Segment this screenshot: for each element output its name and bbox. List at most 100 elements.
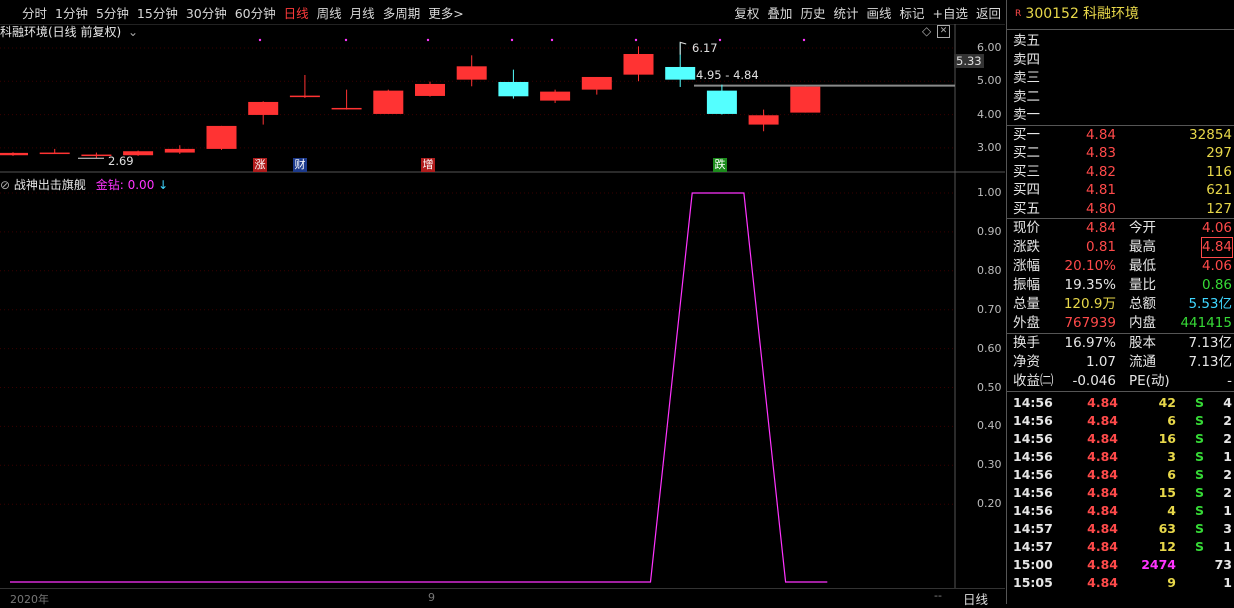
high-marker	[679, 41, 687, 55]
tick-row: 15:05 4.84 9 1	[1007, 574, 1234, 592]
candle	[248, 101, 279, 125]
stat-label: 现价	[1013, 220, 1040, 236]
period-tab[interactable]: 30分钟	[182, 3, 231, 22]
tick-volume: 42	[1158, 395, 1176, 410]
indicator-tick-label: 0.40	[977, 419, 1002, 433]
period-tab[interactable]: 月线	[346, 3, 379, 22]
ask-row: 卖三	[1007, 69, 1234, 88]
stat-label: 总额	[1129, 296, 1156, 312]
period-tab[interactable]: 分时	[0, 3, 51, 22]
tick-side: S	[1194, 521, 1204, 536]
bid-row: 买五 4.80 127	[1007, 200, 1234, 219]
period-tab[interactable]: 5分钟	[92, 3, 133, 22]
tick-time: 14:56	[1013, 413, 1053, 428]
stat-value: 4.06	[1201, 220, 1232, 236]
action-button[interactable]: 历史	[796, 3, 829, 22]
time-axis-month: 9	[428, 591, 435, 604]
bid-price: 4.83	[1085, 145, 1116, 161]
event-badge[interactable]: 增	[421, 158, 435, 172]
period-tabs: 分时 1分钟 5分钟 15分钟 30分钟 60分钟 日线 周线 月线 多周期 更多>	[0, 3, 468, 22]
tick-count: 2	[1223, 413, 1232, 428]
tick-volume: 3	[1167, 449, 1176, 464]
close-icon[interactable]: ✕	[937, 25, 950, 38]
candle-body	[0, 152, 28, 156]
bid-volume: 621	[1206, 182, 1232, 198]
kline-chart[interactable]	[0, 24, 1005, 604]
tick-side: S	[1194, 449, 1204, 464]
tick-row: 14:56 4.84 42 S 4	[1007, 394, 1234, 412]
event-badge[interactable]: 财	[293, 158, 307, 172]
tick-side: S	[1194, 413, 1204, 428]
action-button[interactable]: 返回	[972, 3, 1005, 22]
candle	[0, 152, 28, 156]
tick-count: 2	[1223, 431, 1232, 446]
candle-body	[748, 115, 779, 125]
diamond-icon[interactable]: ◇	[922, 24, 931, 38]
period-tab[interactable]: 60分钟	[231, 3, 280, 22]
stat-value: 0.81	[1085, 239, 1116, 255]
indicator-name: 战神出击旗舰	[13, 178, 86, 192]
tick-row: 14:56 4.84 6 S 2	[1007, 412, 1234, 430]
tick-time: 14:56	[1013, 503, 1053, 518]
event-badge[interactable]: 跌	[713, 158, 727, 172]
tick-price: 4.84	[1087, 503, 1118, 518]
tick-price: 4.84	[1087, 485, 1118, 500]
ask-level-label: 卖四	[1013, 51, 1040, 68]
tick-count: 2	[1223, 467, 1232, 482]
period-tab[interactable]: 多周期	[379, 3, 425, 22]
tick-count: 4	[1223, 395, 1232, 410]
tick-side: S	[1194, 431, 1204, 446]
ask-level-label: 卖二	[1013, 88, 1040, 105]
candle-body	[498, 81, 529, 97]
candle-body	[373, 90, 404, 114]
tick-row: 15:00 4.84 2474 73	[1007, 556, 1234, 574]
bid-level-label: 买三	[1013, 163, 1040, 180]
period-tab[interactable]: 日线	[280, 3, 313, 22]
event-badge[interactable]: 涨	[253, 158, 267, 172]
fund-row: 净资 1.07 流通 7.13亿	[1007, 353, 1234, 372]
period-indicator[interactable]: 日线	[963, 589, 988, 608]
candle	[540, 89, 571, 103]
candle	[81, 152, 112, 159]
ask-row: 卖一	[1007, 106, 1234, 125]
fund-row: 换手 16.97% 股本 7.13亿	[1007, 334, 1234, 353]
signal-dot	[344, 38, 348, 42]
arrow-down-icon: ↓	[158, 178, 169, 192]
chevron-down-icon[interactable]: ⌄	[128, 25, 138, 39]
tick-count: 2	[1223, 485, 1232, 500]
action-button[interactable]: 标记	[895, 3, 928, 22]
action-button[interactable]: 统计	[829, 3, 862, 22]
chart-actions: 复权 叠加 历史 统计 画线 标记 +自选 返回	[730, 3, 1005, 22]
action-button[interactable]: 复权	[730, 3, 763, 22]
period-tab[interactable]: 15分钟	[133, 3, 182, 22]
tick-time: 15:00	[1013, 557, 1053, 572]
bid-volume: 32854	[1189, 126, 1232, 143]
stat-label: 最高	[1129, 239, 1156, 255]
period-tab[interactable]: 1分钟	[51, 3, 92, 22]
candle-body	[331, 107, 362, 110]
candle-body	[289, 95, 320, 98]
period-tab[interactable]: 周线	[313, 3, 346, 22]
ask-level-label: 卖五	[1013, 33, 1040, 49]
candle-body	[790, 86, 821, 113]
action-button[interactable]: 画线	[862, 3, 895, 22]
settings-icon[interactable]: ⊘	[0, 178, 10, 192]
ask-row: 卖二	[1007, 88, 1234, 107]
stat-value: 767939	[1064, 315, 1116, 331]
tick-side: S	[1194, 539, 1204, 554]
stat-value: 7.13亿	[1188, 354, 1232, 370]
stat-label: 换手	[1013, 335, 1040, 351]
stat-label: 外盘	[1013, 315, 1040, 331]
horizontal-scroll-handle[interactable]: --	[934, 589, 942, 602]
stat-value: 0.86	[1201, 277, 1232, 293]
signal-dot	[802, 38, 806, 42]
period-tab[interactable]: 更多>	[424, 3, 467, 22]
tick-volume: 6	[1167, 467, 1176, 482]
bid-price: 4.84	[1085, 126, 1116, 143]
stat-value: 20.10%	[1064, 258, 1116, 274]
bid-price: 4.80	[1085, 200, 1116, 217]
action-button[interactable]: +自选	[929, 3, 972, 22]
action-button[interactable]: 叠加	[763, 3, 796, 22]
candle-body	[39, 152, 70, 155]
stat-label: 涨幅	[1013, 258, 1040, 274]
